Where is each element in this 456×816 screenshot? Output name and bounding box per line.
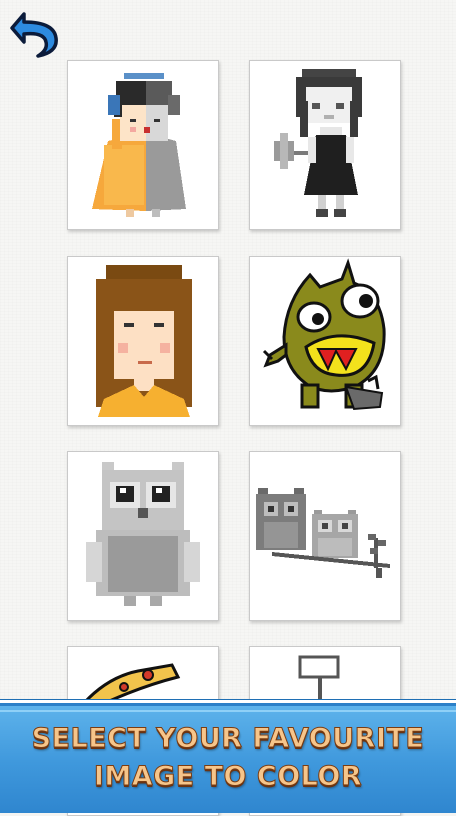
back-button[interactable] (10, 8, 60, 60)
girl-with-headphones-image (68, 61, 218, 229)
image-tile-green-monster[interactable] (249, 256, 401, 426)
undo-arrow-icon (10, 12, 58, 58)
image-tile-girl-with-headphones[interactable] (67, 60, 219, 230)
image-tile-girl-in-black-dress[interactable] (249, 60, 401, 230)
instruction-banner: SELECT YOUR FAVOURITE IMAGE TO COLOR (0, 700, 456, 813)
image-tile-girl-with-long-hair[interactable] (67, 256, 219, 426)
girl-in-black-dress-image (250, 61, 400, 229)
image-tile-owl[interactable] (67, 451, 219, 621)
two-owls-on-branch-image (250, 452, 400, 620)
green-monster-image (250, 257, 400, 425)
girl-with-long-hair-image (68, 257, 218, 425)
owl-image (68, 452, 218, 620)
banner-title-line1: SELECT YOUR FAVOURITE (31, 723, 425, 755)
image-tile-two-owls-on-branch[interactable] (249, 451, 401, 621)
banner-title-line2: IMAGE TO COLOR (93, 761, 363, 793)
